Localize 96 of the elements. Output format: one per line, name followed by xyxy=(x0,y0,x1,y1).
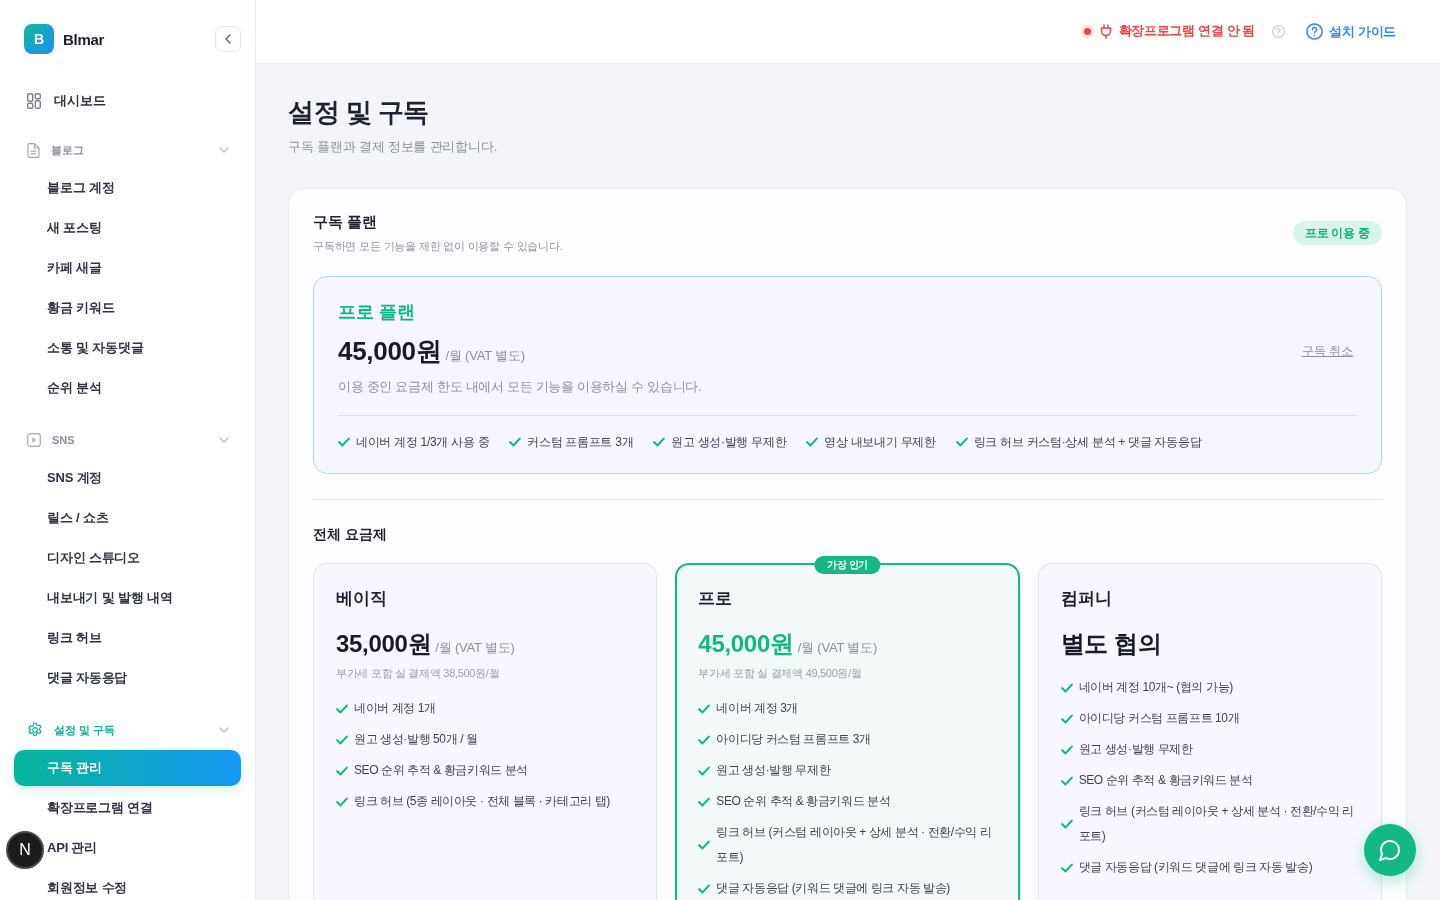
check-icon xyxy=(698,734,711,745)
price-unit: /월 (VAT 별도) xyxy=(435,639,515,657)
help-icon xyxy=(1306,23,1324,40)
install-guide-link[interactable]: 설치 가이드 xyxy=(1306,22,1396,41)
price-note: 부가세 포함 실 결제액 49,500원/월 xyxy=(698,666,862,681)
feature-text: 댓글 자동응답 (키워드 댓글에 링크 자동 발송) xyxy=(716,880,950,897)
plan-description: 이용 중인 요금제 한도 내에서 모든 기능을 이용하실 수 있습니다. xyxy=(338,378,702,396)
feature-text: SEO 순위 추적 & 황금키워드 분석 xyxy=(1078,772,1253,789)
check-icon xyxy=(336,734,348,745)
feature-text: 네이버 계정 10개~ (협의 가능) xyxy=(1078,679,1233,696)
nav-item[interactable]: 릴스 / 쇼츠 xyxy=(47,500,109,536)
gear-icon xyxy=(27,722,43,738)
nav-item[interactable]: 댓글 자동응답 xyxy=(47,660,128,696)
check-icon xyxy=(1060,775,1073,786)
plan-price: 별도 협의 xyxy=(1060,629,1162,659)
section-title: 구독 플랜 xyxy=(313,212,378,232)
check-icon xyxy=(336,765,348,776)
section-subtitle: 구독하면 모든 기능을 제한 없이 이용할 수 있습니다. xyxy=(313,239,563,254)
chevron-left-icon xyxy=(225,34,231,44)
popular-badge: 가장 인기 xyxy=(814,556,881,574)
price-unit: /월 (VAT 별도) xyxy=(445,347,525,365)
check-icon xyxy=(1060,744,1073,755)
feature-text: 영상 내보내기 무제한 xyxy=(824,434,936,451)
nav-item[interactable]: 새 포스팅 xyxy=(47,210,102,246)
check-icon xyxy=(698,703,711,714)
section-title: 전체 요금제 xyxy=(313,525,387,544)
plug-icon xyxy=(1099,24,1112,39)
check-icon xyxy=(336,703,348,714)
price-unit: /월 (VAT 별도) xyxy=(797,639,878,657)
nav-item[interactable]: 소통 및 자동댓글 xyxy=(47,330,144,366)
nav-item[interactable]: 링크 허브 xyxy=(47,620,102,656)
check-icon xyxy=(1060,819,1073,829)
play-icon xyxy=(27,433,41,447)
check-icon xyxy=(698,765,711,776)
plan-price: 45,000원 xyxy=(698,629,794,659)
feature-text: SEO 순위 추적 & 황금키워드 분석 xyxy=(716,793,891,810)
feature-text: 아이디당 커스텀 프롬프트 3개 xyxy=(716,731,871,748)
feature-text: 원고 생성·발행 무제한 xyxy=(716,762,831,779)
plan-status-badge: 프로 이용 중 xyxy=(1292,221,1382,245)
brand-logo: B xyxy=(24,24,54,54)
nav-item[interactable]: SNS 계정 xyxy=(47,460,103,496)
collapse-sidebar-button[interactable] xyxy=(215,26,241,52)
feature-text: 링크 허브 커스텀·상세 분석 + 댓글 자동응답 xyxy=(973,434,1202,451)
nav-item[interactable]: 순위 분석 xyxy=(47,370,102,406)
feature-text: 링크 허브 (커스텀 레이아웃 + 상세 분석 · 전환/수익 리포트) xyxy=(1078,803,1355,845)
check-icon xyxy=(336,796,348,807)
feature-text: 원고 생성·발행 무제한 xyxy=(1078,741,1193,758)
feature-text: 댓글 자동응답 (키워드 댓글에 링크 자동 발송) xyxy=(1078,859,1313,876)
plan-title: 베이직 xyxy=(336,588,387,610)
check-icon xyxy=(1060,713,1073,724)
nav-item[interactable]: 황금 키워드 xyxy=(47,290,115,326)
plan-title: 컴퍼니 xyxy=(1060,588,1112,610)
page-subtitle: 구독 플랜과 결제 정보를 관리합니다. xyxy=(288,138,498,156)
check-icon xyxy=(698,883,711,894)
brand-name: Blmar xyxy=(63,30,105,48)
check-icon xyxy=(509,437,522,447)
check-icon xyxy=(1060,862,1073,873)
plan-price: 45,000원 xyxy=(338,336,442,366)
check-icon xyxy=(698,840,711,850)
nav-item[interactable]: 확장프로그램 연결 xyxy=(47,790,153,826)
extension-status-text: 확장프로그램 연결 안 됨 xyxy=(1118,23,1256,40)
feature-text: 원고 생성·발행 무제한 xyxy=(671,434,787,451)
feature-text: 원고 생성·발행 50개 / 월 xyxy=(354,731,478,748)
plan-title: 프로 xyxy=(698,588,733,610)
nav-item[interactable]: 카페 새글 xyxy=(47,250,102,286)
feature-text: 네이버 계정 3개 xyxy=(716,700,799,717)
nav-item[interactable]: 대시보드 xyxy=(14,82,241,120)
chat-bubble-icon xyxy=(1378,838,1402,862)
feature-text: 네이버 계정 1개 xyxy=(354,700,436,717)
nav-item[interactable]: API 관리 xyxy=(47,830,98,866)
check-icon xyxy=(653,437,666,447)
check-icon xyxy=(698,796,711,807)
nav-item[interactable]: 디자인 스튜디오 xyxy=(47,540,140,576)
feature-text: 링크 허브 (커스텀 레이아웃 + 상세 분석 · 전환/수익 리포트) xyxy=(716,824,993,866)
feature-text: SEO 순위 추적 & 황금키워드 분석 xyxy=(354,762,529,779)
feature-text: 커스텀 프롬프트 3개 xyxy=(527,434,634,451)
check-icon xyxy=(955,437,968,447)
page-title: 설정 및 구독 xyxy=(288,96,429,129)
price-note: 부가세 포함 실 결제액 38,500원/월 xyxy=(336,666,500,681)
grid-icon xyxy=(27,93,41,109)
help-icon[interactable] xyxy=(1272,25,1286,38)
document-icon xyxy=(27,142,40,158)
feature-text: 링크 허브 (5종 레이아웃 · 전체 블록 · 카테고리 탭) xyxy=(354,793,610,810)
nav-item[interactable]: 블로그 계정 xyxy=(47,170,115,206)
chevron-down-icon xyxy=(219,437,229,443)
feature-text: 아이디당 커스텀 프롬프트 10개 xyxy=(1078,710,1240,727)
nav-item[interactable]: 내보내기 및 발행 내역 xyxy=(47,580,173,616)
feature-text: 네이버 계정 1/3개 사용 중 xyxy=(356,434,490,451)
check-icon xyxy=(1060,682,1073,693)
nav-item[interactable]: 회원정보 수정 xyxy=(47,870,128,900)
plan-price: 35,000원 xyxy=(336,629,432,659)
check-icon xyxy=(338,437,350,447)
check-icon xyxy=(806,437,819,447)
chevron-down-icon xyxy=(219,147,229,153)
chevron-down-icon xyxy=(219,727,229,733)
plan-name: 프로 플랜 xyxy=(338,301,415,324)
